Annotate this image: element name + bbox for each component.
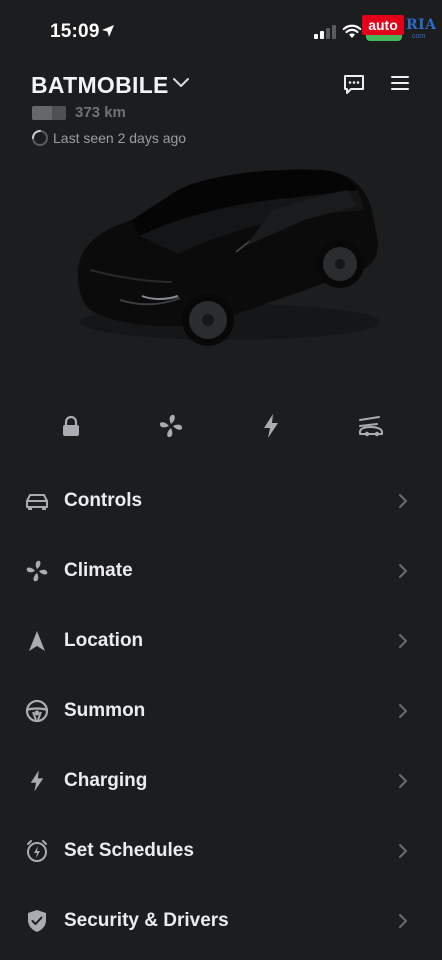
- watermark-auto: auto: [362, 15, 404, 35]
- menu-item-label: Climate: [64, 560, 133, 581]
- chevron-right-icon: [399, 704, 407, 718]
- menu-item-charging[interactable]: Charging: [0, 746, 442, 816]
- lightning-icon: [264, 414, 278, 438]
- location-services-icon: [102, 25, 114, 37]
- frunk-button[interactable]: [354, 409, 388, 443]
- vehicle-name[interactable]: BATMOBILE: [31, 72, 169, 99]
- chevron-right-icon: [399, 774, 407, 788]
- range-value: 373 km: [75, 104, 126, 121]
- lightning-icon: [24, 768, 50, 794]
- shield-check-icon: [24, 908, 50, 934]
- menu-item-climate[interactable]: Climate: [0, 536, 442, 606]
- hamburger-menu-icon[interactable]: [390, 73, 410, 93]
- status-time: 15:09: [50, 21, 100, 42]
- cellular-signal-icon: [314, 25, 336, 39]
- vehicle-image: [77, 169, 380, 346]
- lock-button[interactable]: [54, 409, 88, 443]
- chevron-right-icon: [399, 564, 407, 578]
- chat-icon[interactable]: [342, 72, 366, 96]
- frunk-icon: [359, 416, 383, 437]
- wifi-icon: [342, 24, 362, 38]
- fan-icon: [159, 414, 183, 438]
- chevron-right-icon: [399, 844, 407, 858]
- menu-item-label: Security & Drivers: [64, 910, 229, 931]
- alarm-clock-icon: [24, 838, 50, 864]
- menu-item-controls[interactable]: Controls: [0, 466, 442, 536]
- lock-icon: [63, 415, 79, 436]
- menu-item-summon[interactable]: Summon: [0, 676, 442, 746]
- navigation-arrow-icon: [24, 628, 50, 654]
- chevron-right-icon: [399, 914, 407, 928]
- chevron-right-icon: [399, 494, 407, 508]
- menu-item-label: Controls: [64, 490, 143, 511]
- charge-port-button[interactable]: [254, 409, 288, 443]
- menu-item-label: Location: [64, 630, 144, 651]
- watermark-logo: auto RIA .com: [362, 12, 438, 40]
- menu-item-label: Charging: [64, 770, 148, 791]
- loading-spinner-icon: [32, 130, 48, 146]
- menu-item-location[interactable]: Location: [0, 606, 442, 676]
- watermark-domain: .com: [410, 33, 426, 40]
- watermark-ria: RIA: [406, 17, 437, 33]
- chevron-right-icon: [399, 634, 407, 648]
- battery-range-fill: [32, 106, 53, 120]
- menu-item-label: Set Schedules: [64, 840, 194, 861]
- last-seen-text: Last seen 2 days ago: [53, 130, 187, 146]
- status-bar: 15:09 auto RIA .com: [0, 0, 442, 64]
- menu-item-security-drivers[interactable]: Security & Drivers: [0, 886, 442, 956]
- battery-range-bar: [32, 106, 66, 120]
- steering-wheel-icon: [24, 698, 50, 724]
- vehicle-header: BATMOBILE 373 km Last seen 2 days ago: [0, 64, 442, 164]
- quick-actions-bar: [0, 400, 442, 450]
- chevron-down-icon[interactable]: [172, 77, 190, 89]
- fan-icon: [24, 558, 50, 584]
- car-icon: [24, 488, 50, 514]
- menu-item-label: Summon: [64, 700, 146, 721]
- menu-item-set-schedules[interactable]: Set Schedules: [0, 816, 442, 886]
- climate-quick-button[interactable]: [154, 409, 188, 443]
